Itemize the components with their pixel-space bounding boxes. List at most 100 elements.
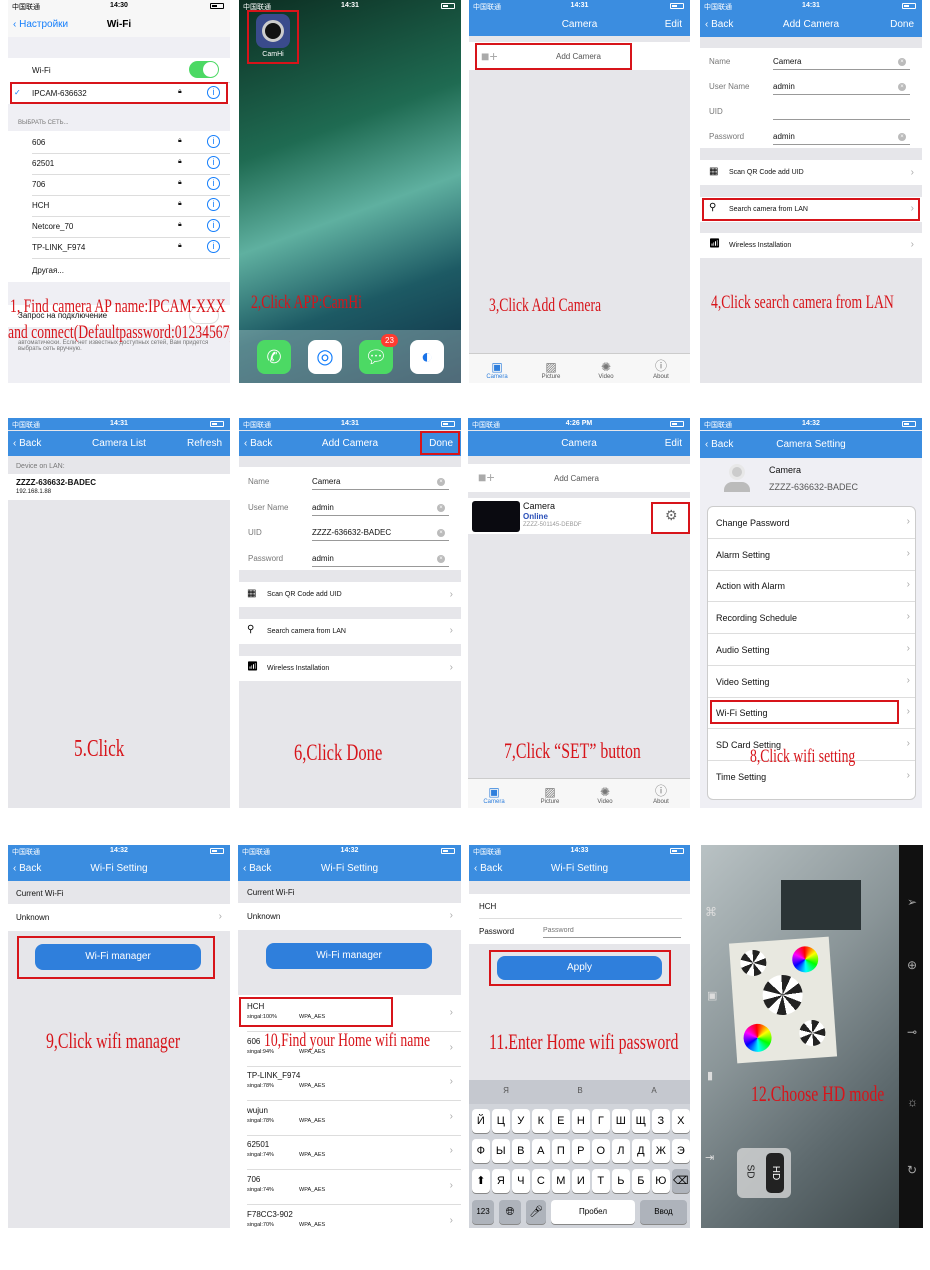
suggestion[interactable]: В [543,1086,617,1095]
record-icon[interactable]: ▮ [707,1069,713,1082]
tab-video[interactable]: ✺ Video [586,360,626,380]
field-input[interactable]: ZZZZ-636632-BADEC [312,528,391,537]
globe-key[interactable]: 🌐︎ [499,1200,521,1224]
key[interactable]: Ю [652,1169,670,1193]
network-item[interactable]: 606 [32,138,45,147]
key[interactable]: Л [612,1139,630,1163]
key[interactable]: З [652,1109,670,1133]
ptz-icon[interactable]: ⌘ [705,905,717,919]
wifi-network-name[interactable]: 62501 [247,1140,269,1149]
network-item[interactable]: HCH [32,201,49,210]
info-icon[interactable]: i [207,156,220,169]
clear-icon[interactable]: × [437,478,445,486]
info-icon[interactable]: i [207,177,220,190]
clear-icon[interactable]: × [898,83,906,91]
microphone-key[interactable]: 🎤︎ [526,1200,546,1224]
wifi-network-name[interactable]: 706 [247,1175,260,1184]
key[interactable]: Н [572,1109,590,1133]
settings-item[interactable]: Audio Setting [716,645,770,655]
key[interactable]: У [512,1109,530,1133]
rotate-icon[interactable]: ↻ [907,1163,917,1177]
field-input[interactable]: admin [773,132,795,141]
mic-icon[interactable]: ⊸ [907,1025,917,1039]
key[interactable]: Щ [632,1109,650,1133]
settings-item[interactable]: Change Password [716,518,790,528]
key[interactable]: Й [472,1109,490,1133]
camera-thumbnail[interactable] [472,501,520,532]
refresh-button[interactable]: Refresh [187,438,222,449]
key[interactable]: Э [672,1139,690,1163]
wifi-network-name[interactable]: F78CC3-902 [247,1210,293,1219]
wifi-manager-button[interactable]: Wi-Fi manager [266,943,432,969]
tab-video[interactable]: ✺ Video [585,785,625,805]
key[interactable]: Ч [512,1169,530,1193]
network-item[interactable]: Netcore_70 [32,222,73,231]
suggestion[interactable]: Я [469,1086,543,1095]
tab-picture[interactable]: ▨ Picture [531,360,571,380]
info-icon[interactable]: i [207,219,220,232]
done-button[interactable]: Done [890,19,914,30]
wifi-toggle[interactable] [189,61,219,78]
password-input[interactable] [543,924,681,938]
key[interactable]: П [552,1139,570,1163]
clear-icon[interactable]: × [898,133,906,141]
space-key[interactable]: Пробел [551,1200,635,1224]
edit-button[interactable]: Edit [665,438,682,449]
brightness-icon[interactable]: ☼ [907,1095,918,1109]
field-input[interactable]: admin [773,82,795,91]
key[interactable]: Ш [612,1109,630,1133]
backspace-key[interactable]: ⌫ [672,1169,690,1193]
field-input[interactable]: admin [312,554,334,563]
network-item[interactable]: 62501 [32,159,54,168]
exit-icon[interactable]: ⇥ [705,1151,714,1164]
key[interactable]: Ь [612,1169,630,1193]
field-input[interactable]: admin [312,503,334,512]
settings-item[interactable]: Time Setting [716,772,766,782]
key[interactable]: Ы [492,1139,510,1163]
key[interactable]: Е [552,1109,570,1133]
key[interactable]: Х [672,1109,690,1133]
sd-option[interactable]: SD [744,1165,755,1179]
phone-app-icon[interactable]: ✆ [257,340,291,374]
zoom-icon[interactable]: ⊕ [907,958,917,972]
enter-key[interactable]: Ввод [640,1200,687,1224]
wifi-network-name[interactable]: wujun [247,1106,268,1115]
tab-about[interactable]: ⓘ About [641,357,681,380]
key[interactable]: О [592,1139,610,1163]
clear-icon[interactable]: × [437,529,445,537]
other-network[interactable]: Другая... [32,266,64,275]
clear-icon[interactable]: × [437,554,445,563]
browser-app-icon[interactable]: ◐ [410,340,444,374]
network-item[interactable]: 706 [32,180,45,189]
tab-picture[interactable]: ▨ Picture [530,785,570,805]
send-icon[interactable]: ➢ [907,895,917,909]
settings-item[interactable]: Action with Alarm [716,581,785,591]
key[interactable]: А [532,1139,550,1163]
suggestion[interactable]: А [617,1086,690,1095]
clear-icon[interactable]: × [898,58,906,66]
field-input[interactable]: Camera [773,57,801,66]
settings-item[interactable]: Alarm Setting [716,550,770,560]
snapshot-icon[interactable]: ▣ [707,989,717,1002]
clear-icon[interactable]: × [437,503,445,512]
key[interactable]: Ц [492,1109,510,1133]
tab-about[interactable]: ⓘ About [641,782,681,805]
key[interactable]: В [512,1139,530,1163]
key[interactable]: Я [492,1169,510,1193]
wifi-network-name[interactable]: TP-LINK_F974 [247,1071,300,1080]
wifi-network-name[interactable]: 606 [247,1037,260,1046]
info-icon[interactable]: i [207,240,220,253]
shift-key[interactable]: ⬆ [472,1169,490,1193]
hd-option[interactable]: HD [766,1153,784,1193]
key[interactable]: И [572,1169,590,1193]
key[interactable]: Б [632,1169,650,1193]
edit-button[interactable]: Edit [665,19,682,30]
numbers-key[interactable]: 123 [472,1200,494,1224]
info-icon[interactable]: i [207,198,220,211]
tab-camera[interactable]: ▣ Camera [477,360,517,380]
network-item[interactable]: TP-LINK_F974 [32,243,85,252]
tab-camera[interactable]: ▣ Camera [474,785,514,805]
resolution-toggle[interactable]: SD HD [737,1148,791,1198]
key[interactable]: Ж [652,1139,670,1163]
info-icon[interactable]: i [207,135,220,148]
